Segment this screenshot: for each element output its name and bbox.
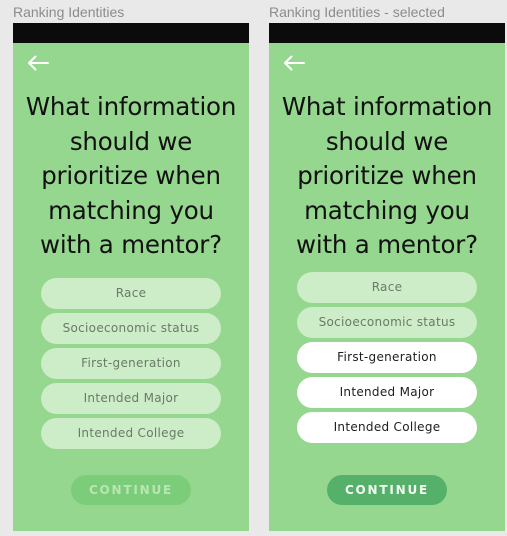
question-line: should we [69, 126, 193, 156]
back-button[interactable] [282, 55, 306, 71]
continue-button[interactable]: CONTINUE [327, 475, 447, 505]
question-line: with a mentor? [296, 230, 478, 259]
option-race[interactable]: Race [41, 278, 221, 309]
question-line: prioritize when [41, 161, 221, 190]
phone-screen-ranking-identities-selected: What information should we prioritize when… [269, 23, 505, 531]
status-bar [269, 23, 505, 43]
question-line: matching you [304, 195, 470, 225]
option-socioeconomic-status[interactable]: Socioeconomic status [41, 313, 221, 344]
option-first-generation[interactable]: First-generation [297, 342, 477, 373]
question-line: with a mentor? [40, 230, 222, 259]
question-line: matching you [48, 195, 214, 225]
option-first-generation[interactable]: First-generation [41, 348, 221, 379]
question-heading: What information should we prioritize when… [13, 90, 249, 263]
question-line: What information [281, 92, 493, 121]
arrow-left-icon [28, 55, 49, 71]
question-line: What information [25, 92, 237, 121]
option-socioeconomic-status[interactable]: Socioeconomic status [297, 307, 477, 338]
option-intended-major[interactable]: Intended Major [297, 377, 477, 408]
question-line: prioritize when [297, 161, 477, 190]
option-intended-major[interactable]: Intended Major [41, 383, 221, 414]
frame-label: Ranking Identities - selected [269, 4, 445, 20]
phone-screen-ranking-identities: What information should we prioritize when… [13, 23, 249, 531]
option-intended-college[interactable]: Intended College [41, 418, 221, 449]
continue-button[interactable]: CONTINUE [71, 475, 191, 505]
status-bar [13, 23, 249, 43]
option-intended-college[interactable]: Intended College [297, 412, 477, 443]
question-heading: What information should we prioritize when… [269, 90, 505, 263]
arrow-left-icon [284, 55, 305, 71]
frame-label: Ranking Identities [13, 4, 125, 20]
option-race[interactable]: Race [297, 272, 477, 303]
question-line: should we [325, 126, 449, 156]
back-button[interactable] [26, 55, 50, 71]
